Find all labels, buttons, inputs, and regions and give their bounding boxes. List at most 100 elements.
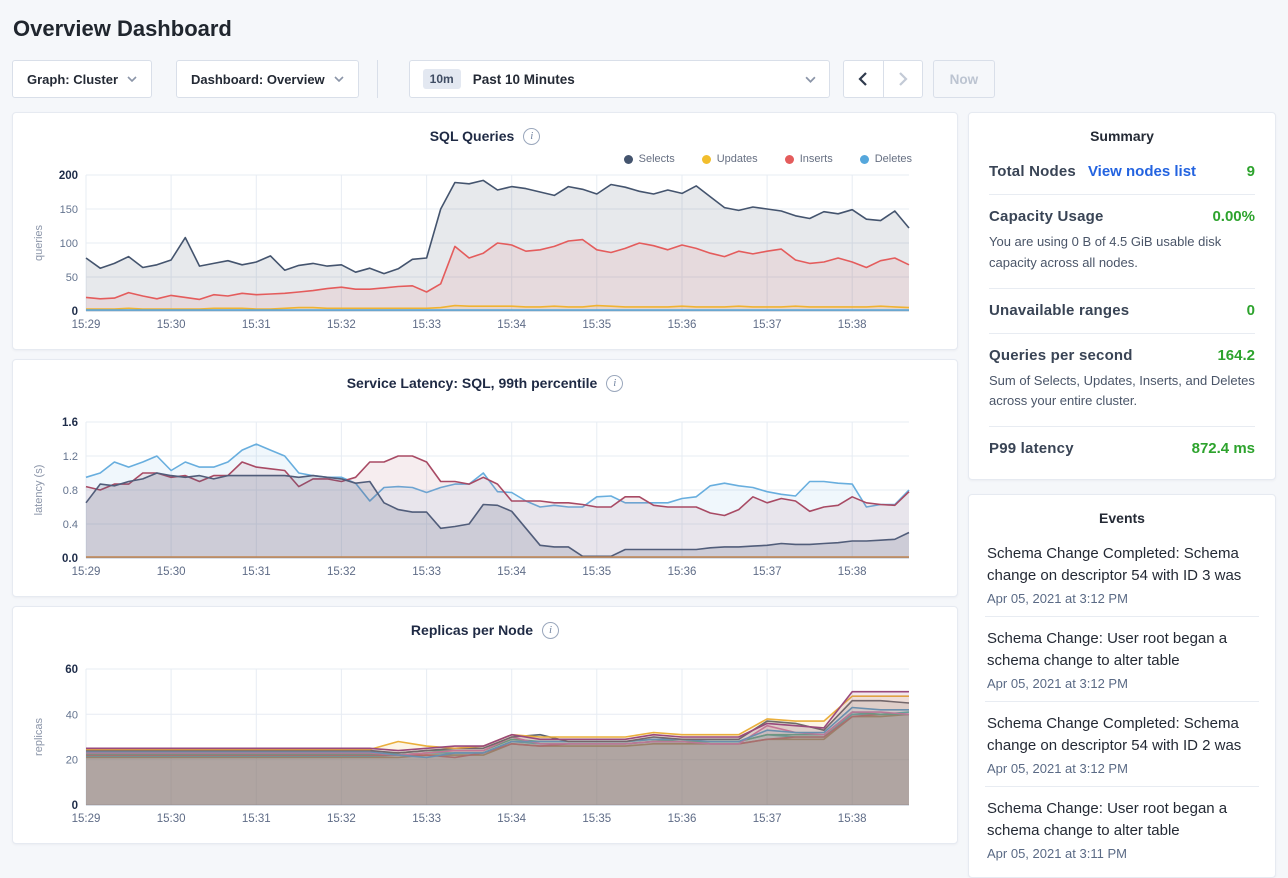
side-column: Summary Total Nodes View nodes list 9 Ca… bbox=[968, 112, 1276, 878]
graph-dropdown-label: Graph: Cluster bbox=[27, 72, 118, 87]
summary-value: 0 bbox=[1247, 302, 1255, 319]
svg-text:15:38: 15:38 bbox=[838, 319, 867, 331]
toolbar-divider bbox=[377, 60, 378, 98]
page-title: Overview Dashboard bbox=[0, 0, 1288, 54]
svg-text:20: 20 bbox=[66, 755, 78, 767]
summary-row-total-nodes: Total Nodes View nodes list 9 bbox=[989, 150, 1255, 195]
chevron-down-icon bbox=[805, 76, 816, 83]
event-timestamp: Apr 05, 2021 at 3:12 PM bbox=[987, 761, 1257, 776]
svg-text:15:33: 15:33 bbox=[412, 813, 441, 825]
summary-row-p99-latency: P99 latency 872.4 ms bbox=[989, 427, 1255, 471]
svg-text:40: 40 bbox=[66, 709, 78, 721]
svg-text:15:37: 15:37 bbox=[753, 813, 782, 825]
chart-title: Service Latency: SQL, 99th percentile bbox=[347, 375, 598, 391]
summary-row-queries-per-second: Queries per second 164.2 Sum of Selects,… bbox=[989, 334, 1255, 428]
events-title: Events bbox=[985, 495, 1259, 532]
next-range-button[interactable] bbox=[883, 61, 922, 97]
events-panel: Events Schema Change Completed: Schema c… bbox=[968, 494, 1276, 878]
svg-text:15:31: 15:31 bbox=[242, 566, 271, 578]
event-item[interactable]: Schema Change Completed: Schema change o… bbox=[985, 532, 1259, 617]
summary-label: P99 latency bbox=[989, 440, 1074, 457]
event-item[interactable]: Schema Change: User root began a schema … bbox=[985, 617, 1259, 702]
dashboard-dropdown[interactable]: Dashboard: Overview bbox=[176, 60, 359, 98]
chart-legend bbox=[28, 396, 942, 416]
summary-title: Summary bbox=[989, 113, 1255, 150]
summary-description: You are using 0 B of 4.5 GiB usable disk… bbox=[989, 232, 1255, 274]
chart-legend: Selects Updates Inserts Deletes bbox=[28, 149, 942, 169]
svg-text:0: 0 bbox=[72, 800, 78, 812]
event-timestamp: Apr 05, 2021 at 3:11 PM bbox=[987, 846, 1257, 861]
chart-legend bbox=[28, 643, 942, 663]
time-step-buttons bbox=[843, 60, 923, 98]
chart-title: Replicas per Node bbox=[411, 622, 533, 638]
legend-dot bbox=[860, 155, 869, 164]
svg-text:15:29: 15:29 bbox=[72, 813, 101, 825]
svg-text:15:32: 15:32 bbox=[327, 813, 356, 825]
svg-text:15:34: 15:34 bbox=[497, 566, 526, 578]
prev-range-button[interactable] bbox=[844, 61, 883, 97]
svg-text:latency (s): latency (s) bbox=[33, 465, 45, 516]
event-text: Schema Change: User root began a schema … bbox=[987, 628, 1257, 672]
summary-value: 164.2 bbox=[1217, 347, 1255, 364]
legend-dot bbox=[702, 155, 711, 164]
chevron-down-icon bbox=[334, 76, 344, 82]
svg-text:15:32: 15:32 bbox=[327, 566, 356, 578]
svg-text:200: 200 bbox=[59, 170, 78, 182]
svg-text:60: 60 bbox=[65, 664, 78, 676]
chart-title: SQL Queries bbox=[430, 128, 515, 144]
legend-item[interactable]: Deletes bbox=[860, 153, 912, 165]
summary-value: 9 bbox=[1247, 163, 1255, 180]
svg-text:0.4: 0.4 bbox=[63, 519, 78, 531]
svg-text:15:37: 15:37 bbox=[753, 319, 782, 331]
summary-label: Unavailable ranges bbox=[989, 302, 1129, 319]
summary-panel: Summary Total Nodes View nodes list 9 Ca… bbox=[968, 112, 1276, 480]
summary-label: Total Nodes bbox=[989, 163, 1076, 180]
time-range-badge: 10m bbox=[423, 69, 461, 89]
info-icon[interactable]: i bbox=[542, 622, 559, 639]
svg-text:15:30: 15:30 bbox=[157, 813, 186, 825]
legend-dot bbox=[624, 155, 633, 164]
replicas-chart-canvas: 15:2915:3015:3115:3215:3315:3415:3515:36… bbox=[28, 663, 944, 833]
svg-text:1.6: 1.6 bbox=[62, 417, 78, 429]
svg-text:0.8: 0.8 bbox=[63, 485, 78, 497]
info-icon[interactable]: i bbox=[606, 375, 623, 392]
event-item[interactable]: Schema Change: User root began a schema … bbox=[985, 787, 1259, 871]
legend-item[interactable]: Inserts bbox=[785, 153, 833, 165]
charts-column: SQL Queries i Selects Updates Inserts Delet… bbox=[12, 112, 958, 844]
svg-text:15:35: 15:35 bbox=[582, 566, 611, 578]
svg-text:15:35: 15:35 bbox=[582, 813, 611, 825]
svg-text:100: 100 bbox=[60, 238, 78, 250]
info-icon[interactable]: i bbox=[523, 128, 540, 145]
chart-card-sql-queries: SQL Queries i Selects Updates Inserts Delet… bbox=[12, 112, 958, 350]
legend-item[interactable]: Updates bbox=[702, 153, 758, 165]
svg-text:15:30: 15:30 bbox=[157, 319, 186, 331]
time-range-label: Past 10 Minutes bbox=[473, 72, 575, 87]
svg-text:15:32: 15:32 bbox=[327, 319, 356, 331]
svg-text:15:38: 15:38 bbox=[838, 813, 867, 825]
summary-value: 0.00% bbox=[1212, 208, 1255, 225]
legend-item[interactable]: Selects bbox=[624, 153, 675, 165]
svg-text:15:37: 15:37 bbox=[753, 566, 782, 578]
now-button[interactable]: Now bbox=[933, 60, 996, 98]
svg-text:50: 50 bbox=[66, 272, 78, 284]
time-range-selector[interactable]: 10m Past 10 Minutes bbox=[409, 60, 830, 98]
svg-text:15:36: 15:36 bbox=[668, 566, 697, 578]
chevron-down-icon bbox=[127, 76, 137, 82]
view-nodes-link[interactable]: View nodes list bbox=[1088, 163, 1196, 180]
summary-description: Sum of Selects, Updates, Inserts, and De… bbox=[989, 371, 1255, 413]
svg-text:15:31: 15:31 bbox=[242, 319, 271, 331]
graph-dropdown[interactable]: Graph: Cluster bbox=[12, 60, 152, 98]
event-timestamp: Apr 05, 2021 at 3:12 PM bbox=[987, 676, 1257, 691]
summary-row-unavailable-ranges: Unavailable ranges 0 bbox=[989, 289, 1255, 334]
svg-text:queries: queries bbox=[33, 224, 45, 261]
svg-text:15:29: 15:29 bbox=[72, 319, 101, 331]
svg-text:15:34: 15:34 bbox=[497, 319, 526, 331]
event-item[interactable]: Schema Change Completed: Schema change o… bbox=[985, 702, 1259, 787]
svg-text:15:33: 15:33 bbox=[412, 319, 441, 331]
sql-queries-chart-canvas: 15:2915:3015:3115:3215:3315:3415:3515:36… bbox=[28, 169, 944, 339]
svg-text:15:31: 15:31 bbox=[242, 813, 271, 825]
toolbar: Graph: Cluster Dashboard: Overview 10m P… bbox=[12, 60, 1276, 98]
svg-text:1.2: 1.2 bbox=[63, 451, 78, 463]
svg-text:150: 150 bbox=[60, 204, 78, 216]
chevron-right-icon bbox=[898, 72, 908, 86]
